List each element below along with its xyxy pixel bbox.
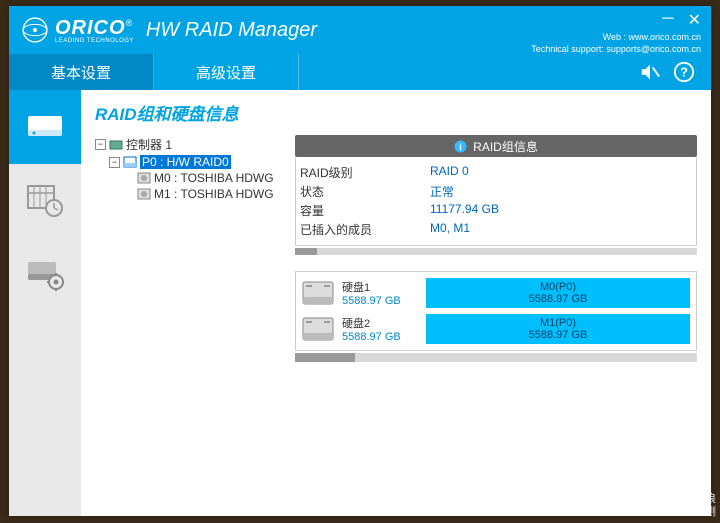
help-icon[interactable]: ? — [673, 61, 695, 83]
mute-icon[interactable] — [639, 61, 661, 83]
raid-info-header: i RAID组信息 — [295, 135, 697, 157]
tree-disk-m1[interactable]: M1 : TOSHIBA HDWG — [95, 186, 285, 202]
sidebar-item-schedule[interactable] — [9, 164, 81, 238]
tab-basic[interactable]: 基本设置 — [9, 54, 154, 90]
raid-icon — [123, 156, 137, 168]
tree-panel: − 控制器 1 − P0 : H/W RAID0 M0 : TOSHIBA HD… — [95, 135, 285, 362]
tree-collapse-icon[interactable]: − — [95, 139, 106, 150]
tab-advanced[interactable]: 高级设置 — [154, 54, 299, 90]
disk2-bar-size: 5588.97 GB — [529, 329, 588, 341]
content-area: RAID组和硬盘信息 − 控制器 1 − P0 : H/W RAID0 — [81, 90, 711, 516]
hdd-icon — [137, 188, 151, 200]
disk2-bar: M1(P0) 5588.97 GB — [426, 314, 690, 344]
disk1-bar-size: 5588.97 GB — [529, 293, 588, 305]
hdd-icon — [302, 281, 334, 305]
info-row-status: 状态正常 — [300, 182, 692, 201]
tree-disk-m0-label: M0 : TOSHIBA HDWG — [154, 171, 274, 185]
sidebar — [9, 90, 81, 516]
tree-raid-group[interactable]: − P0 : H/W RAID0 — [95, 154, 285, 170]
svg-text:i: i — [459, 142, 462, 152]
sidebar-item-disk-settings[interactable] — [9, 238, 81, 312]
titlebar: ORICO® LEADING TECHNOLOGY HW RAID Manage… — [9, 6, 711, 54]
sidebar-item-disk[interactable] — [9, 90, 81, 164]
orico-logo-icon — [21, 16, 49, 44]
disk1-bar-label: M0(P0) — [540, 281, 576, 293]
disk2-name: 硬盘2 — [342, 315, 418, 331]
info-panel: i RAID组信息 RAID级别RAID 0 状态正常 容量11177.94 G… — [295, 135, 697, 362]
raid-info-table: RAID级别RAID 0 状态正常 容量11177.94 GB 已插入的成员M0… — [295, 157, 697, 246]
hdd-icon — [137, 172, 151, 184]
tree-controller-label: 控制器 1 — [126, 136, 172, 153]
app-title: HW RAID Manager — [146, 19, 317, 42]
info-icon: i — [454, 140, 467, 153]
hdd-icon — [302, 317, 334, 341]
brand-name: ORICO — [55, 17, 126, 39]
watermark: 新浪 众测 — [694, 493, 716, 519]
scrollbar[interactable] — [295, 353, 697, 362]
brand-subtitle: LEADING TECHNOLOGY — [55, 38, 134, 44]
info-row-level: RAID级别RAID 0 — [300, 163, 692, 182]
tree-disk-m0[interactable]: M0 : TOSHIBA HDWG — [95, 170, 285, 186]
scrollbar[interactable] — [295, 248, 697, 255]
disk1-size: 5588.97 GB — [342, 295, 418, 307]
controller-icon — [109, 139, 123, 151]
raid-info-title: RAID组信息 — [473, 138, 538, 155]
web-url: Web : www.orico.com.cn — [531, 32, 701, 44]
tree-raid-label: P0 : H/W RAID0 — [140, 155, 231, 169]
disk2-size: 5588.97 GB — [342, 331, 418, 343]
support-email: Technical support: supports@orico.com.cn — [531, 44, 701, 56]
close-button[interactable]: ✕ — [688, 10, 701, 30]
reg-mark: ® — [126, 18, 133, 28]
tabbar: 基本设置 高级设置 ? — [9, 54, 711, 90]
disk-row-1: 硬盘1 5588.97 GB M0(P0) 5588.97 GB — [302, 278, 690, 308]
tree-disk-m1-label: M1 : TOSHIBA HDWG — [154, 187, 274, 201]
disk2-bar-label: M1(P0) — [540, 317, 576, 329]
app-window: ORICO® LEADING TECHNOLOGY HW RAID Manage… — [9, 6, 711, 516]
disk-list: 硬盘1 5588.97 GB M0(P0) 5588.97 GB 硬盘 — [295, 271, 697, 351]
tree-collapse-icon[interactable]: − — [109, 157, 120, 168]
schedule-icon — [26, 184, 64, 218]
disk1-name: 硬盘1 — [342, 279, 418, 295]
info-row-capacity: 容量11177.94 GB — [300, 201, 692, 220]
disk-row-2: 硬盘2 5588.97 GB M1(P0) 5588.97 GB — [302, 314, 690, 344]
tree-controller[interactable]: − 控制器 1 — [95, 135, 285, 154]
minimize-button[interactable]: ─ — [662, 10, 673, 30]
brand-logo: ORICO® LEADING TECHNOLOGY — [21, 16, 134, 44]
info-row-members: 已插入的成员M0, M1 — [300, 220, 692, 239]
disk1-bar: M0(P0) 5588.97 GB — [426, 278, 690, 308]
disk-icon — [26, 112, 64, 142]
svg-text:?: ? — [680, 65, 688, 80]
disk-settings-icon — [26, 258, 64, 292]
section-title: RAID组和硬盘信息 — [95, 100, 697, 125]
